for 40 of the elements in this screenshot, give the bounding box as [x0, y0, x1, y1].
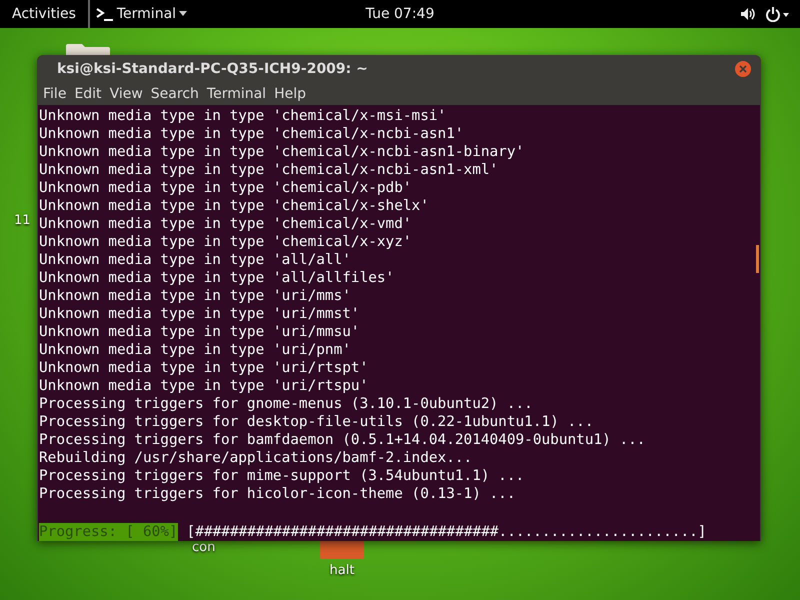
clock[interactable]: Tue 07:49: [366, 6, 434, 22]
terminal-line: Unknown media type in type 'uri/mmsu': [39, 323, 360, 341]
terminal-line: Unknown media type in type 'chemical/x-xyz': [39, 233, 412, 251]
scrollbar-thumb[interactable]: [756, 245, 759, 273]
app-menu[interactable]: Terminal: [88, 0, 194, 28]
terminal-line: Unknown media type in type 'uri/rtspu': [39, 377, 368, 395]
terminal-line: Rebuilding /usr/share/applications/bamf-2.index...: [39, 449, 472, 467]
power-icon[interactable]: [766, 6, 790, 22]
terminal-line: Unknown media type in type 'uri/rtspt': [39, 359, 368, 377]
terminal-line: Processing triggers for gnome-menus (3.10.1-0ubuntu2) ...: [39, 395, 533, 413]
terminal-line: Unknown media type in type 'all/allfiles': [39, 269, 394, 287]
terminal-line: Unknown media type in type 'uri/mms': [39, 287, 351, 305]
menu-item[interactable]: View: [106, 86, 147, 102]
terminal-line: Processing triggers for bamfdaemon (0.5.1+14.04.20140409-0ubuntu1) ...: [39, 431, 646, 449]
volume-icon[interactable]: [740, 7, 756, 21]
caret-icon: [179, 11, 188, 17]
terminal-line: Unknown media type in type 'chemical/x-shelx': [39, 197, 429, 215]
terminal-line: Unknown media type in type 'chemical/x-pdb': [39, 179, 412, 197]
terminal-line: Unknown media type in type 'chemical/x-msi-msi': [39, 107, 446, 125]
terminal-line: Unknown media type in type 'uri/mmst': [39, 305, 360, 323]
terminal-line: Unknown media type in type 'chemical/x-ncbi-asn1': [39, 125, 464, 143]
window-title: ksi@ksi-Standard-PC-Q35-ICH9-2009: ~: [57, 61, 369, 77]
terminal-line: Unknown media type in type 'chemical/x-vmd': [39, 215, 412, 233]
terminal-line: Unknown media type in type 'all/all': [39, 251, 351, 269]
activities-button[interactable]: Activities: [0, 0, 88, 28]
menu-item[interactable]: Edit: [70, 86, 106, 102]
terminal-line: Processing triggers for desktop-file-utils (0.22-1ubuntu1.1) ...: [39, 413, 594, 431]
close-icon[interactable]: [735, 61, 751, 77]
menu-item[interactable]: Help: [270, 86, 310, 102]
terminal-line: Unknown media type in type 'uri/pnm': [39, 341, 351, 359]
progress-label: Progress: [ 60%]: [39, 523, 178, 541]
terminal-line: Unknown media type in type 'chemical/x-ncbi-asn1-xml': [39, 161, 498, 179]
terminal-prompt-icon: [96, 7, 114, 21]
menu-item[interactable]: Terminal: [202, 86, 270, 102]
menu-item[interactable]: Search: [146, 86, 203, 102]
terminal-line: Processing triggers for hicolor-icon-theme (0.13-1) ...: [39, 485, 516, 503]
progress-bar-text: [###################################.......................]: [186, 523, 706, 541]
terminal-line: Unknown media type in type 'chemical/x-ncbi-asn1-binary': [39, 143, 524, 161]
menu-item[interactable]: File: [39, 86, 70, 102]
terminal-line: Processing triggers for mime-support (3.54ubuntu1.1) ...: [39, 467, 524, 485]
